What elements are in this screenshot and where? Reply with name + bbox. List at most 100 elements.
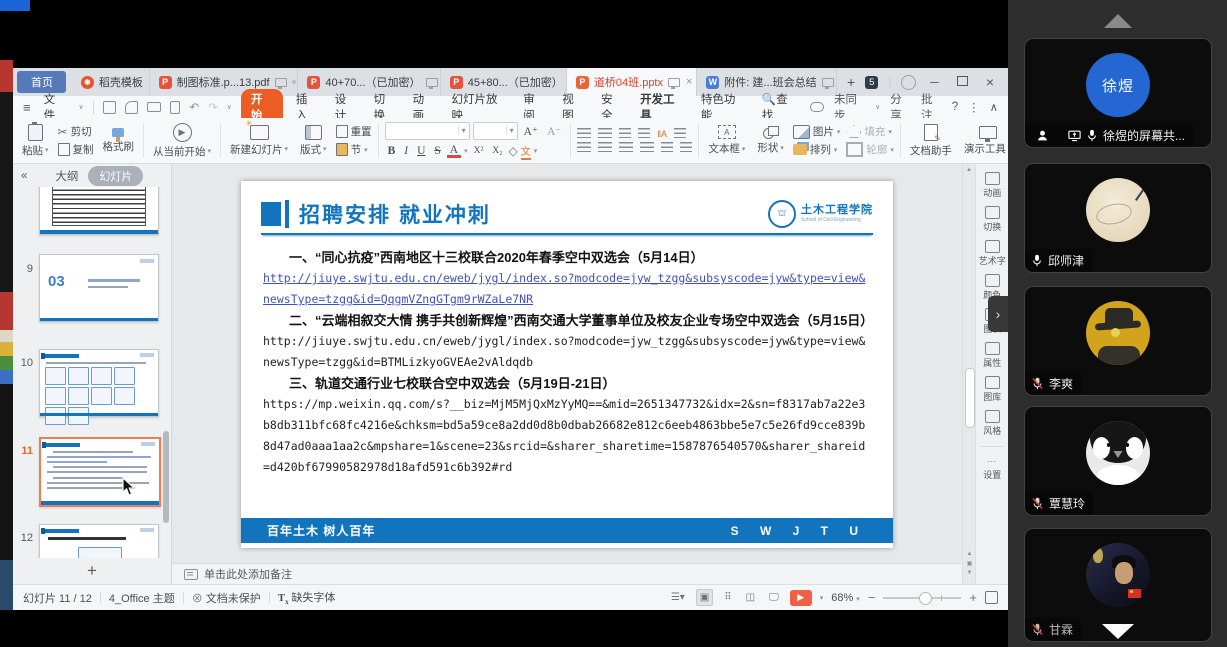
format-painter-button[interactable]: 格式刷: [100, 128, 138, 154]
tool-gallery[interactable]: 图库: [983, 376, 1001, 403]
scroll-participants-up-icon[interactable]: [1104, 14, 1132, 28]
text-effects-button[interactable]: 文: [521, 143, 531, 160]
tool-style[interactable]: 风格: [983, 410, 1001, 437]
reset-button[interactable]: 重置: [336, 124, 372, 139]
justify-icon[interactable]: [640, 142, 654, 153]
play-settings-button[interactable]: 🖵: [766, 590, 782, 605]
play-options-icon[interactable]: ▾: [820, 594, 824, 602]
normal-view-button[interactable]: ▣: [696, 589, 713, 606]
tab-close-icon[interactable]: ×: [685, 76, 693, 88]
font-color-button[interactable]: A: [447, 145, 461, 158]
slide-canvas[interactable]: 招聘安排 就业冲刺 ⛫ 土木工程学院 School of Civil Engin…: [241, 181, 893, 548]
slide-thumbnail-11-current[interactable]: [39, 437, 161, 507]
tool-settings[interactable]: ⋯设置: [983, 456, 1001, 481]
presentation-tools-button[interactable]: 演示工具▾: [961, 126, 1008, 156]
text-box-button[interactable]: A 文本框▾: [705, 125, 748, 156]
slide-sorter-button[interactable]: ⠿: [721, 590, 734, 605]
slide-body-heading[interactable]: 一、“同心抗疫”西南地区十三校联合2020年春季空中双选会（5月14日）: [263, 247, 871, 268]
member-icon[interactable]: [901, 75, 916, 90]
bullet-list-icon[interactable]: [577, 128, 591, 139]
layout-button[interactable]: 版式▾: [297, 125, 330, 157]
print-preview-icon[interactable]: [170, 101, 181, 114]
align-right-icon[interactable]: [619, 142, 633, 153]
new-doc-icon[interactable]: [103, 101, 116, 114]
minimize-button[interactable]: ─: [926, 75, 943, 89]
tool-animation[interactable]: 动画: [983, 172, 1001, 199]
collapse-panel-icon[interactable]: «: [21, 170, 27, 182]
slide-body-url[interactable]: https://mp.weixin.qq.com/s?__biz=MjM5MjQ…: [263, 394, 871, 478]
thumbnail-scrollbar[interactable]: [163, 431, 169, 523]
font-size-combobox[interactable]: ▾: [473, 122, 518, 140]
slide-thumbnail-8[interactable]: [39, 187, 159, 235]
new-tab-button[interactable]: +: [847, 74, 855, 90]
participant-tile-lishuang[interactable]: 李爽: [1024, 286, 1212, 396]
theme-name[interactable]: 4_Office 主题: [109, 590, 175, 606]
align-left-icon[interactable]: [577, 142, 591, 153]
slide-body-url[interactable]: http://jiuye.swjtu.edu.cn/eweb/jygl/inde…: [263, 331, 871, 373]
undo-icon[interactable]: ↶: [189, 100, 199, 114]
cut-button[interactable]: ✂剪切: [58, 124, 94, 139]
doc-assistant-button[interactable]: 文档助手: [907, 124, 955, 158]
protection-status[interactable]: ⊗ 文档未保护: [192, 590, 261, 606]
print-icon[interactable]: [147, 102, 160, 112]
align-center-icon[interactable]: [598, 142, 612, 153]
slide-body-hyperlink[interactable]: http://jiuye.swjtu.edu.cn/eweb/jygl/inde…: [263, 268, 871, 310]
zoom-slider[interactable]: [883, 597, 961, 599]
tab-docer-templates[interactable]: 稻壳模板: [72, 68, 150, 96]
notes-toggle-icon[interactable]: ☰▾: [668, 590, 688, 605]
outline-tab[interactable]: 大纲: [55, 168, 78, 184]
bold-button[interactable]: B: [385, 145, 399, 157]
slide-thumbnail-10[interactable]: [39, 349, 159, 417]
zoom-slider-knob[interactable]: [919, 592, 932, 605]
previous-slide-icon[interactable]: ▲: [967, 551, 973, 557]
text-direction-icon[interactable]: ‖A: [657, 129, 667, 139]
participant-tile-xuyu[interactable]: 徐煜 徐煜的屏幕共...: [1024, 38, 1212, 148]
next-slide-icon[interactable]: ▼: [967, 570, 973, 576]
tool-properties[interactable]: 属性: [983, 342, 1001, 369]
paste-button[interactable]: 粘贴▾: [19, 124, 52, 158]
numbered-list-icon[interactable]: [598, 128, 612, 139]
play-from-current-button[interactable]: ▶ 从当前开始▾: [150, 123, 214, 159]
hamburger-icon[interactable]: ≡: [23, 100, 31, 115]
slideshow-play-button[interactable]: ▶: [790, 590, 812, 606]
participant-tile-qinhuiling[interactable]: 覃慧玲: [1024, 406, 1212, 516]
shrink-font-button[interactable]: A⁻: [544, 124, 564, 138]
redo-icon[interactable]: ↷: [208, 100, 218, 114]
tool-wordart[interactable]: 艺术字: [979, 240, 1006, 267]
scroll-participants-down-icon[interactable]: [1102, 624, 1134, 639]
increase-indent-icon[interactable]: [638, 128, 650, 139]
distribute-icon[interactable]: [661, 142, 673, 153]
font-name-combobox[interactable]: ▾: [385, 122, 470, 140]
columns-icon[interactable]: [674, 128, 686, 139]
tab-count-badge[interactable]: 5: [865, 76, 878, 89]
participant-tile-qiushijin[interactable]: 邱师津: [1024, 163, 1212, 273]
subscript-button[interactable]: X₂: [489, 146, 505, 156]
reading-view-button[interactable]: ◫: [743, 590, 758, 605]
zoom-level[interactable]: 68% ▾: [831, 592, 860, 604]
slide-counter[interactable]: 幻灯片 11 / 12: [23, 590, 92, 606]
clear-format-icon[interactable]: ◇: [509, 144, 518, 158]
arrange-button[interactable]: 排列▾: [793, 142, 841, 157]
slides-tab[interactable]: 幻灯片: [88, 166, 143, 186]
more-vertical-icon[interactable]: ⋮: [968, 100, 980, 114]
missing-font-status[interactable]: Tx 缺失字体: [278, 589, 336, 606]
slide-body-heading[interactable]: 三、轨道交通行业七校联合空中双选会（5月19日-21日）: [263, 373, 871, 394]
chevron-down-icon[interactable]: ∨: [875, 103, 880, 111]
collapse-ribbon-icon[interactable]: ∧: [990, 100, 998, 114]
zoom-in-button[interactable]: +: [969, 590, 977, 605]
scroll-up-icon[interactable]: ▲: [966, 167, 972, 173]
more-icon[interactable]: ∨: [227, 103, 232, 111]
copy-button[interactable]: 复制: [58, 142, 94, 157]
restore-button[interactable]: [953, 75, 972, 89]
grow-font-button[interactable]: A⁺: [521, 124, 541, 138]
outline-button[interactable]: 轮廓▾: [846, 142, 894, 157]
italic-button[interactable]: I: [401, 145, 411, 157]
save-icon[interactable]: [125, 101, 138, 114]
slide-thumbnail-12[interactable]: [39, 524, 159, 558]
slide-title[interactable]: 招聘安排 就业冲刺: [299, 199, 491, 229]
tool-transition[interactable]: 切换: [983, 206, 1001, 233]
main-vertical-scrollbar[interactable]: ▲ ▲ ▣ ▼: [962, 164, 975, 584]
zoom-out-button[interactable]: −: [868, 590, 876, 605]
fit-to-window-icon[interactable]: [985, 591, 998, 604]
close-button[interactable]: ×: [982, 74, 998, 90]
